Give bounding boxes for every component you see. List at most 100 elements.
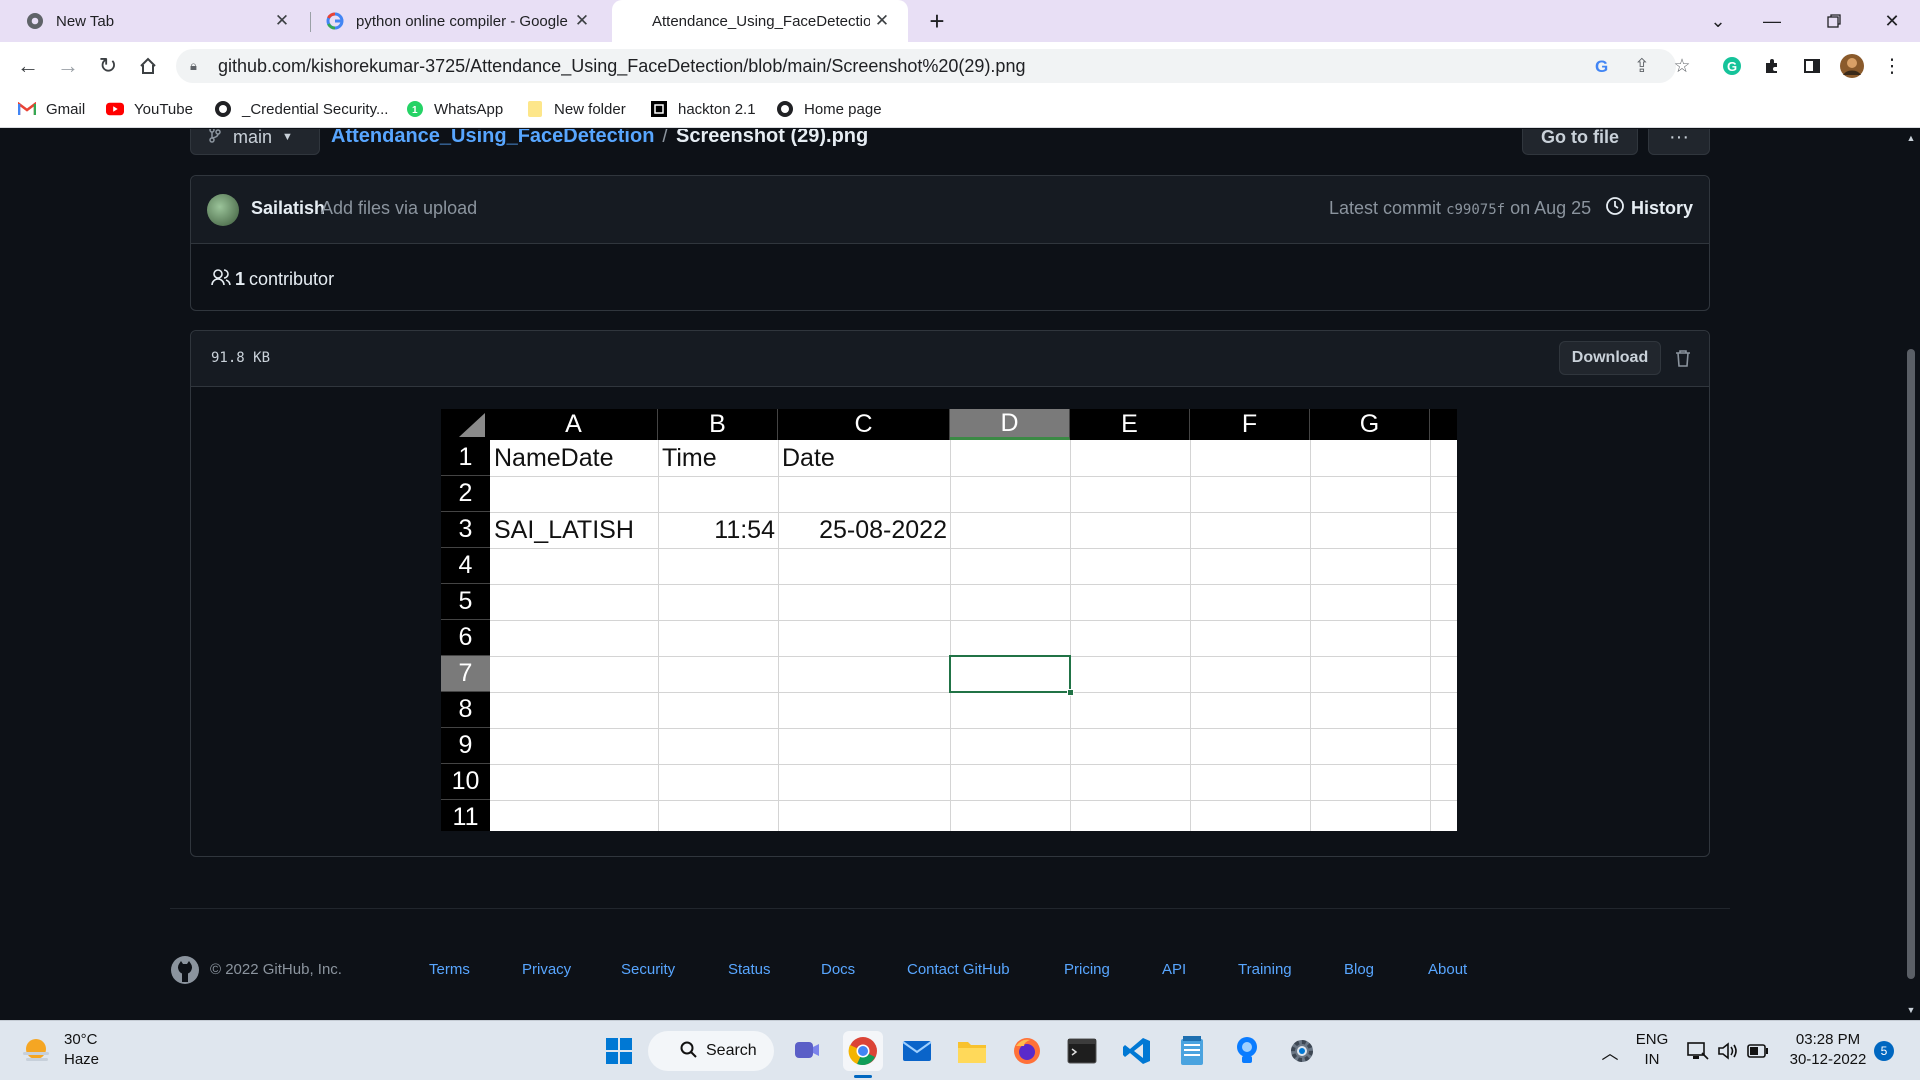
tab-title: python online compiler - Google	[356, 12, 568, 30]
commit-meta: Latest commit c99075f on Aug 25	[1329, 198, 1591, 219]
file-explorer-icon[interactable]	[952, 1031, 992, 1071]
weather-widget[interactable]: 30°C Haze	[20, 1029, 140, 1073]
github-logo-icon[interactable]	[170, 955, 200, 985]
lock-icon[interactable]: 🔒︎	[190, 58, 204, 74]
volume-icon[interactable]	[1716, 1039, 1740, 1063]
more-options-button[interactable]: ···	[1648, 129, 1710, 155]
trash-icon[interactable]	[1671, 345, 1695, 371]
settings-gear-icon[interactable]	[1282, 1031, 1322, 1071]
search-label: Search	[706, 1042, 757, 1059]
branch-name: main	[233, 129, 273, 147]
chevron-up-icon[interactable]: ︿	[1598, 1039, 1622, 1063]
contributors[interactable]: 1 contributor	[211, 268, 334, 291]
network-icon[interactable]	[1686, 1039, 1710, 1063]
side-panel-icon[interactable]	[1796, 50, 1828, 82]
bookmark-gmail[interactable]: Gmail	[18, 98, 85, 120]
grid-line	[490, 512, 1457, 513]
footer-link-docs[interactable]: Docs	[821, 961, 855, 978]
author-avatar[interactable]	[207, 194, 239, 226]
google-lens-icon[interactable]: G	[1586, 50, 1618, 82]
footer-link-pricing[interactable]: Pricing	[1064, 961, 1110, 978]
close-tab-icon[interactable]: ✕	[270, 9, 294, 33]
firefox-icon[interactable]	[1007, 1031, 1047, 1071]
scroll-down-arrow[interactable]: ▼	[1906, 1005, 1916, 1015]
scroll-thumb[interactable]	[1907, 349, 1915, 979]
notepad-icon[interactable]	[1172, 1031, 1212, 1071]
download-button[interactable]: Download	[1559, 341, 1661, 375]
commit-message[interactable]: Add files via upload	[321, 198, 477, 219]
taskbar-search[interactable]: Search	[648, 1031, 774, 1071]
reload-button[interactable]: ↻	[92, 50, 124, 82]
notification-badge[interactable]: 5	[1874, 1041, 1894, 1061]
vscode-icon[interactable]	[1117, 1031, 1157, 1071]
footer-divider	[170, 908, 1730, 909]
bookmark-home-page[interactable]: Home page	[776, 98, 882, 120]
region-indicator[interactable]: IN	[1634, 1051, 1670, 1068]
battery-icon[interactable]	[1746, 1039, 1770, 1063]
chrome-menu-icon[interactable]: ⋮	[1876, 50, 1908, 82]
svg-text:1: 1	[412, 105, 418, 116]
bookmark-youtube[interactable]: YouTube	[106, 98, 193, 120]
row-header: 5	[441, 584, 490, 620]
footer-link-api[interactable]: API	[1162, 961, 1186, 978]
close-window-button[interactable]: ✕	[1868, 0, 1916, 42]
tips-lightbulb-icon[interactable]	[1227, 1031, 1267, 1071]
bookmark-whatsapp[interactable]: 1 WhatsApp	[406, 98, 503, 120]
latest-commit-label: Latest commit	[1329, 198, 1442, 218]
bookmark-new-folder[interactable]: New folder	[526, 98, 626, 120]
tab-attendance-repo[interactable]: Attendance_Using_FaceDetection ✕	[612, 0, 908, 42]
footer-link-terms[interactable]: Terms	[429, 961, 470, 978]
bookmark-star-icon[interactable]: ☆	[1666, 50, 1698, 82]
grammarly-icon[interactable]: G	[1716, 50, 1748, 82]
tab-search-icon[interactable]: ⌄	[1694, 0, 1742, 42]
history-icon	[1605, 196, 1625, 221]
row-header: 8	[441, 692, 490, 728]
history-link[interactable]: History	[1605, 196, 1693, 221]
repo-link[interactable]: Attendance_Using_FaceDetection	[331, 129, 654, 148]
close-tab-icon[interactable]: ✕	[570, 9, 594, 33]
commit-sha[interactable]: c99075f	[1446, 202, 1505, 218]
clock-date[interactable]: 30-12-2022	[1788, 1051, 1868, 1068]
profile-avatar[interactable]	[1836, 50, 1868, 82]
windows-taskbar: 30°C Haze Search ︿ ENG IN 03:28 PM 30-12…	[0, 1020, 1920, 1080]
footer-link-privacy[interactable]: Privacy	[522, 961, 571, 978]
chrome-taskbar-icon[interactable]	[843, 1031, 883, 1071]
footer-link-security[interactable]: Security	[621, 961, 675, 978]
address-bar[interactable]: 🔒︎ github.com/kishorekumar-3725/Attendan…	[176, 49, 1676, 83]
commit-author[interactable]: Sailatish	[251, 198, 325, 219]
bookmark-credential-security[interactable]: _Credential Security...	[214, 98, 388, 120]
footer-link-about[interactable]: About	[1428, 961, 1467, 978]
clock-time[interactable]: 03:28 PM	[1788, 1031, 1868, 1048]
row-header: 1	[441, 440, 490, 476]
restore-button[interactable]	[1810, 0, 1858, 42]
share-icon[interactable]: ⇪	[1626, 50, 1658, 82]
extensions-icon[interactable]	[1756, 50, 1788, 82]
page-scrollbar[interactable]: ▲ ▼	[1902, 129, 1920, 1020]
go-to-file-button[interactable]: Go to file	[1522, 129, 1638, 155]
forward-button[interactable]: →	[52, 50, 84, 82]
back-button[interactable]: ←	[12, 50, 44, 82]
spreadsheet-image: A B C D E F G 1 2 3 4 5 6 7 8 9 10 11 Na…	[441, 409, 1457, 831]
teams-chat-icon[interactable]	[787, 1031, 827, 1071]
close-tab-icon[interactable]: ✕	[870, 9, 894, 33]
tab-python-compiler[interactable]: python online compiler - Google ✕	[312, 0, 608, 42]
file-size: 91.8 KB	[211, 350, 271, 366]
new-tab-button[interactable]: +	[922, 6, 952, 36]
bookmark-label: _Credential Security...	[242, 100, 389, 118]
home-button[interactable]	[132, 50, 164, 82]
footer-link-training[interactable]: Training	[1238, 961, 1292, 978]
language-indicator[interactable]: ENG	[1634, 1031, 1670, 1048]
fill-handle	[1067, 689, 1074, 696]
scroll-up-arrow[interactable]: ▲	[1906, 133, 1916, 143]
file-name: Screenshot (29).png	[675, 129, 869, 147]
bookmark-hackton[interactable]: hackton 2.1	[650, 98, 756, 120]
minimize-button[interactable]: —	[1748, 0, 1796, 42]
mail-icon[interactable]	[897, 1031, 937, 1071]
branch-selector[interactable]: main ▼	[190, 129, 320, 155]
terminal-icon[interactable]	[1062, 1031, 1102, 1071]
footer-link-blog[interactable]: Blog	[1344, 961, 1374, 978]
footer-link-contact[interactable]: Contact GitHub	[907, 961, 1010, 978]
tab-new-tab[interactable]: New Tab ✕	[0, 0, 308, 42]
footer-link-status[interactable]: Status	[728, 961, 771, 978]
windows-start-icon[interactable]	[599, 1031, 639, 1071]
